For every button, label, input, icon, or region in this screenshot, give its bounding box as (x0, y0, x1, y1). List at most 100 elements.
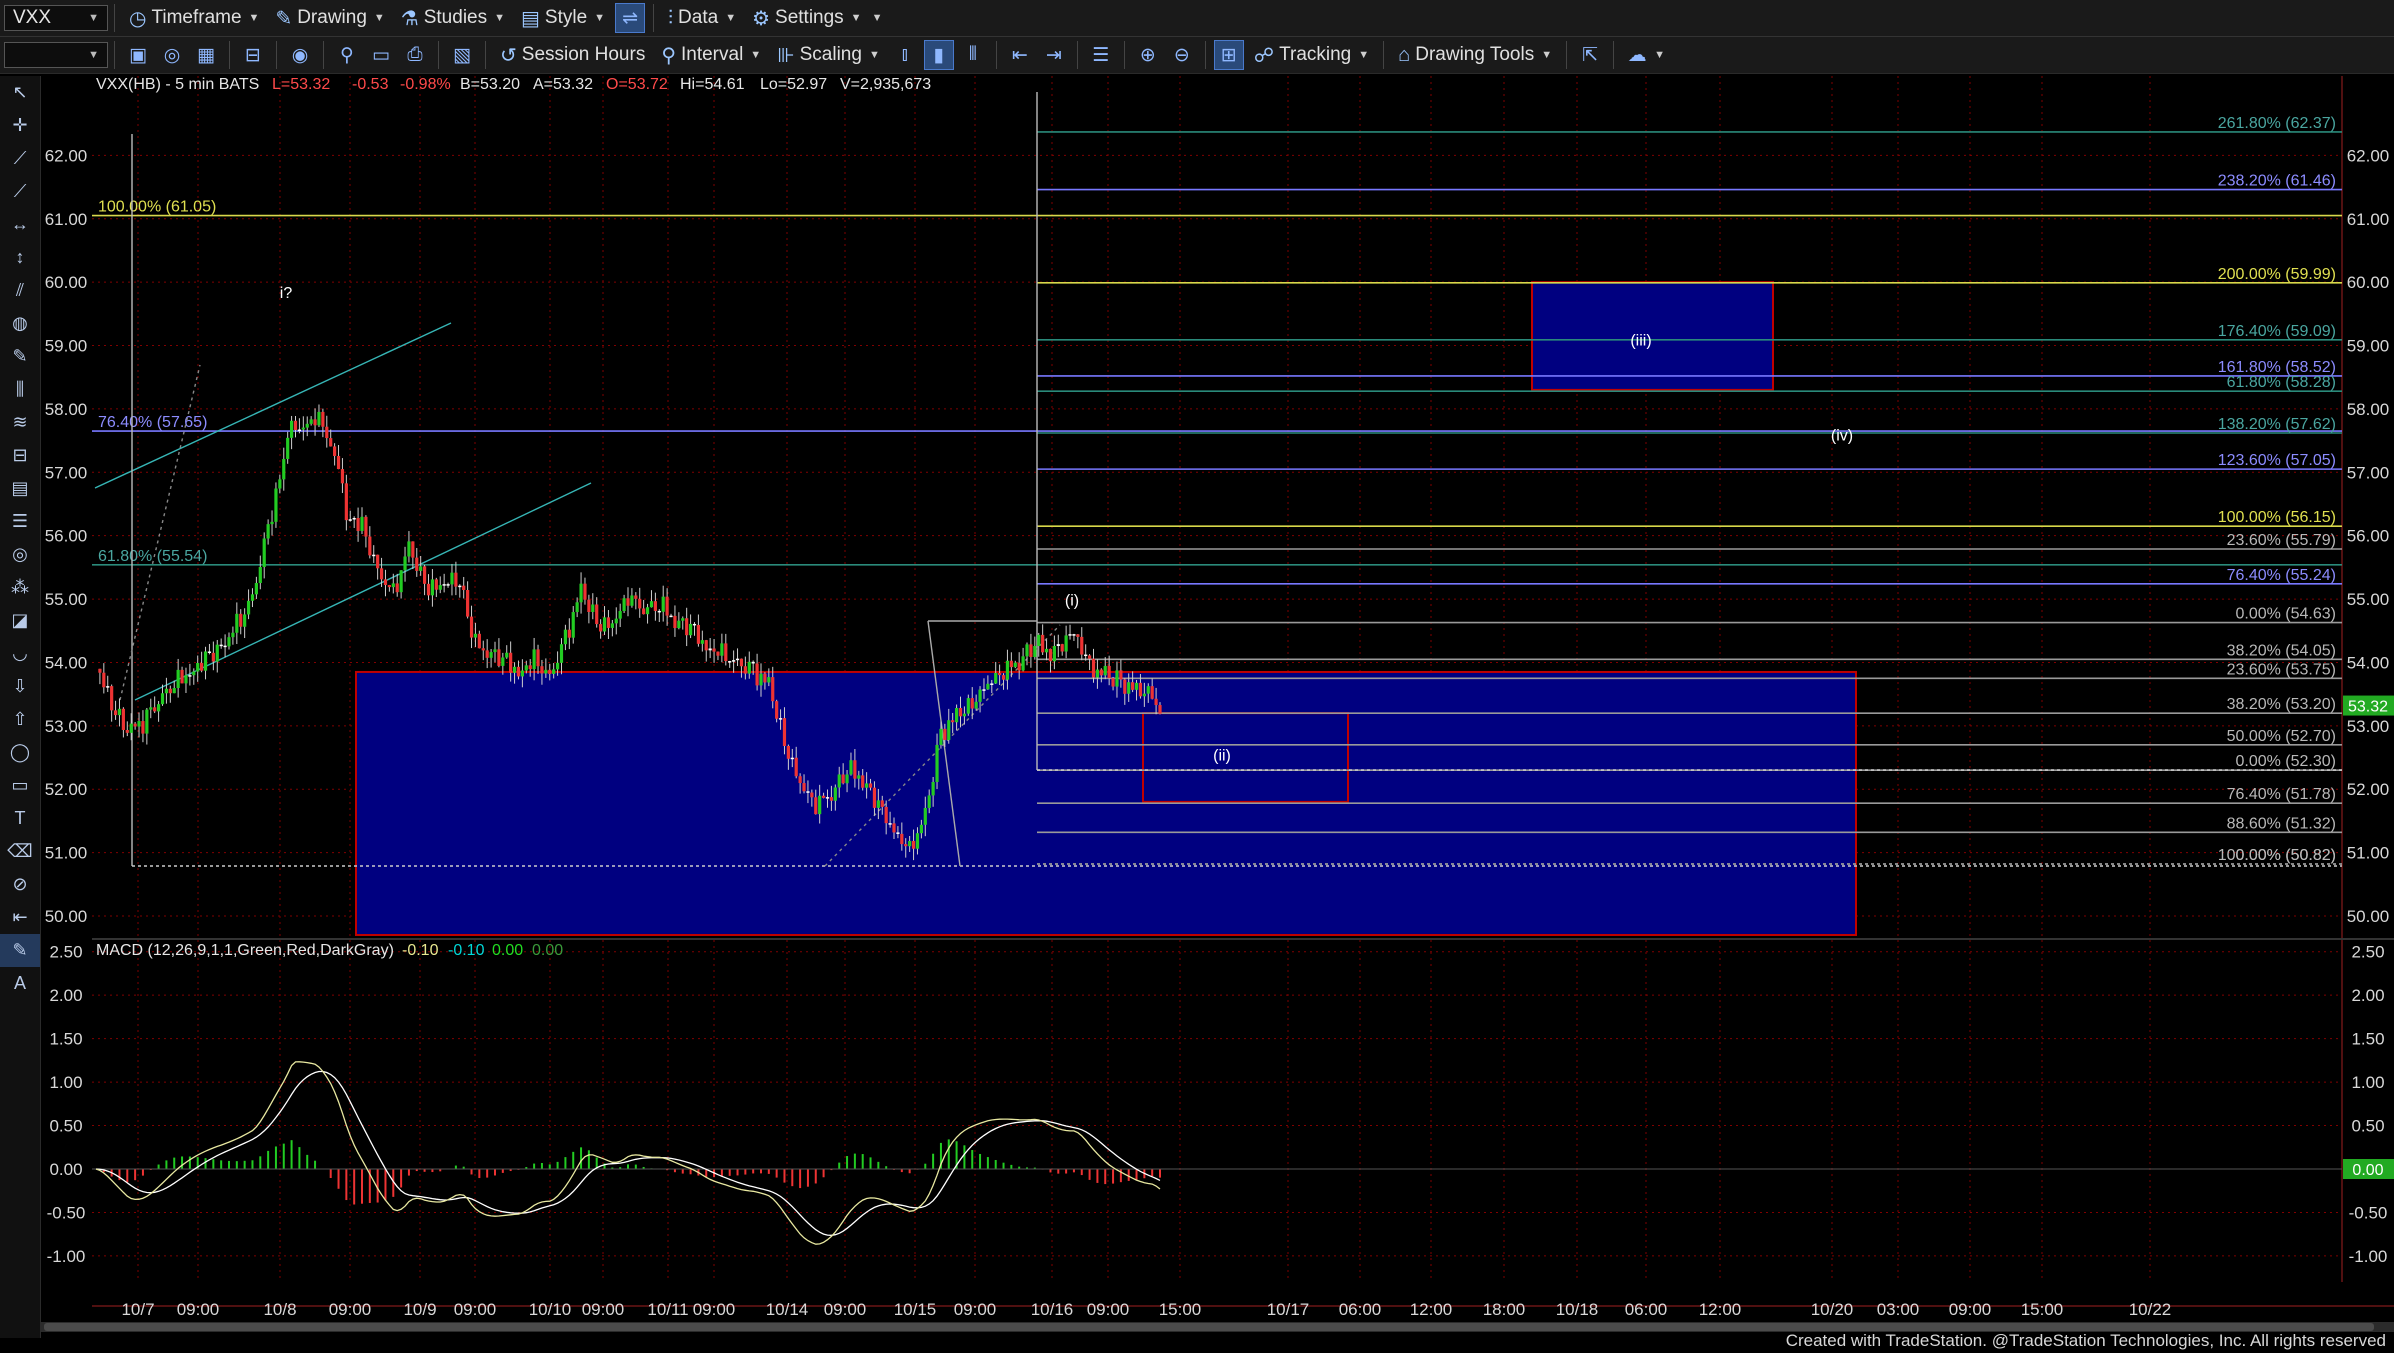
time-axis: 10/7 09:00 10/8 09:00 10/9 09:00 10/10 09:00 10/… (121, 1300, 2171, 1319)
candle-body (927, 795, 931, 808)
candle-body (947, 720, 951, 740)
candle-body (1154, 698, 1158, 706)
candle-body (712, 648, 716, 652)
candle-body (266, 524, 270, 539)
candle-body (1076, 634, 1080, 637)
candle-body (642, 608, 646, 615)
price-tick-label-right: 61.00 (2347, 210, 2390, 229)
candle-body (442, 584, 446, 586)
candle-body (102, 672, 106, 688)
candle-body (810, 792, 814, 798)
candle-body (160, 693, 165, 705)
candle-body (489, 652, 493, 658)
price-chart[interactable]: 261.80% (62.37) 238.20% (61.46) 100.00% (6… (0, 0, 2394, 1338)
candle-body (782, 718, 787, 746)
candle-body (321, 411, 325, 427)
candle-body (708, 648, 712, 651)
candle-body (958, 708, 963, 717)
candle-body (301, 427, 305, 430)
candle-body (1025, 644, 1029, 657)
candle-body (462, 585, 466, 590)
time-tick-label: 15:00 (2021, 1300, 2064, 1319)
candle-body (962, 713, 967, 717)
candle-body (1084, 654, 1088, 657)
time-tick-label: 10/17 (1267, 1300, 1310, 1319)
macd-pane[interactable] (92, 943, 2342, 1282)
candle-body (954, 708, 959, 723)
candle-body (379, 568, 384, 580)
time-tick-label: 12:00 (1410, 1300, 1453, 1319)
candle-body (544, 669, 548, 674)
candle-body (696, 624, 701, 644)
candle-body (516, 666, 521, 677)
candle-body (755, 663, 759, 686)
candle-body (943, 728, 947, 740)
candle-body (344, 483, 348, 521)
candle-body (1131, 682, 1135, 690)
fib-level-label: 23.60% (53.75) (2227, 661, 2336, 678)
candle-body (606, 617, 611, 628)
candle-body (802, 783, 806, 792)
candle-body (368, 536, 372, 556)
candle-body (289, 420, 294, 438)
candle-body (125, 729, 129, 733)
candle-body (293, 420, 298, 430)
price-tick-label-left: 52.00 (45, 780, 88, 799)
candle-body (665, 596, 669, 616)
candle-body (164, 688, 169, 694)
price-tick-label-left: 58.00 (45, 400, 88, 419)
candle-body (704, 640, 708, 651)
candle-body (994, 672, 998, 684)
candle-body (700, 640, 704, 644)
candle-body (880, 800, 884, 807)
candle-body (309, 419, 313, 424)
candle-body (865, 783, 869, 788)
candle-body (1095, 669, 1100, 678)
candle-body (1142, 693, 1146, 697)
candle-body (117, 708, 122, 716)
chart-content: 261.80% (62.37) 238.20% (61.46) 100.00% (6… (45, 76, 2394, 1319)
candle-body (477, 633, 481, 649)
candle-body (106, 686, 110, 688)
time-tick-label: 09:00 (582, 1300, 625, 1319)
ask-value: A=53.32 (533, 76, 593, 93)
candle-body (1099, 669, 1103, 676)
wave-label: (ii) (1213, 748, 1231, 765)
candle-body (305, 423, 309, 428)
candle-body (1044, 648, 1049, 653)
candle-body (282, 458, 286, 480)
last-price-tag-label: 53.32 (2348, 699, 2388, 716)
candle-body (1064, 635, 1068, 652)
candle-body (806, 791, 810, 793)
price-tick-label-right: 60.00 (2347, 273, 2390, 292)
fib-level-label: 38.20% (53.20) (2227, 696, 2336, 713)
low-value: Lo=52.97 (760, 76, 827, 93)
macd-tick-label-left: 2.00 (49, 986, 82, 1005)
candle-body (1123, 679, 1127, 694)
candle-body (200, 663, 204, 671)
candle-body (223, 645, 227, 648)
candle-body (250, 594, 255, 601)
candle-body (849, 760, 853, 775)
candle-body (434, 579, 438, 590)
fib-level-label: 76.40% (51.78) (2227, 786, 2336, 803)
candle-body (145, 709, 149, 734)
candle-body (438, 585, 442, 590)
candle-body (528, 665, 532, 670)
candle-body (1087, 655, 1092, 659)
candle-body (407, 541, 411, 557)
candle-body (215, 644, 219, 662)
candle-body (466, 589, 470, 617)
scrollbar-thumb[interactable] (44, 1323, 2374, 1331)
candle-body (1060, 644, 1064, 652)
candle-body (657, 610, 661, 613)
candle-body (1041, 634, 1045, 653)
candle-body (857, 775, 861, 779)
candle-body (692, 623, 697, 626)
candle-body (458, 585, 462, 588)
candle-body (1037, 634, 1041, 647)
candle-body (986, 683, 990, 690)
candle-body (536, 649, 540, 667)
candle-body (626, 598, 630, 606)
candle-body (141, 721, 145, 734)
